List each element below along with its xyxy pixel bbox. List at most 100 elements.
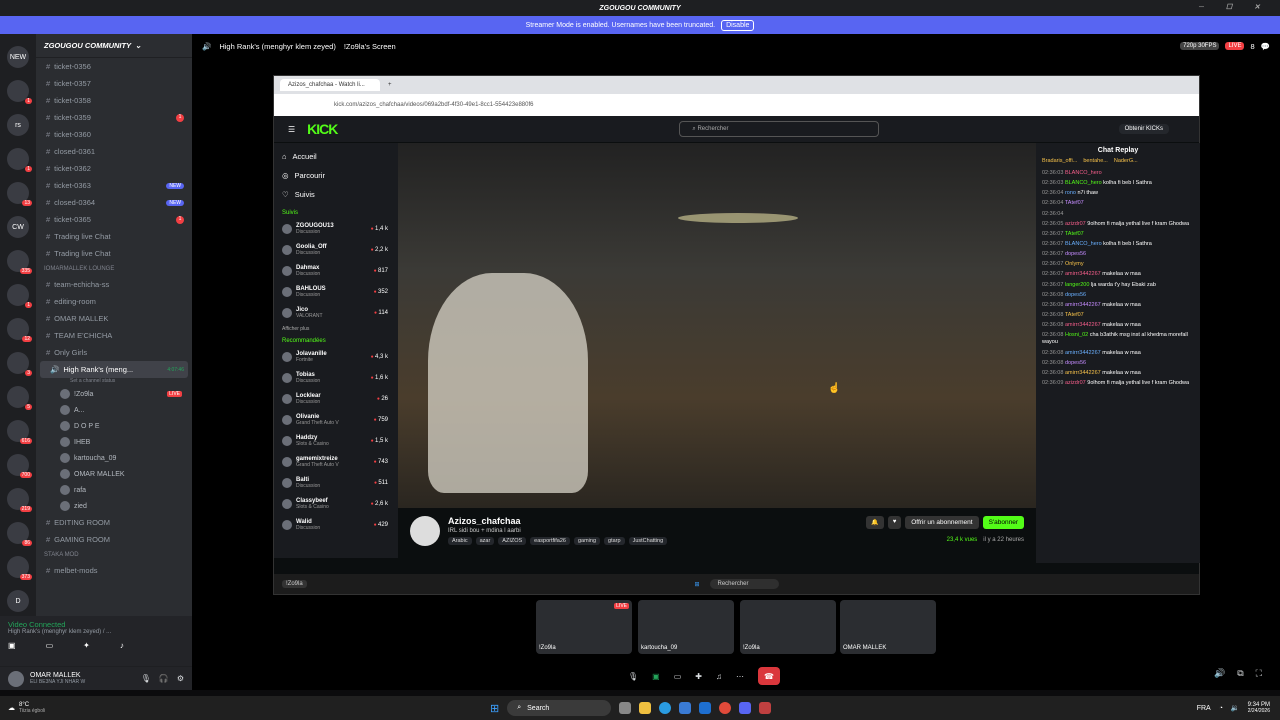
server-icon[interactable]: CW xyxy=(7,216,29,238)
bell-icon[interactable]: 🔔 xyxy=(866,516,884,529)
kick-channel[interactable]: ZGOUGOU13Discussion 1,4 k xyxy=(282,218,390,239)
server-icon[interactable]: 12 xyxy=(7,318,32,342)
channel-item[interactable]: # closed-0364 NEW xyxy=(36,194,192,211)
top-gifter[interactable]: Bradaris_offi... xyxy=(1042,158,1077,164)
channel-item[interactable]: # ticket-0356 xyxy=(36,58,192,75)
channel-item[interactable]: # ticket-0360 xyxy=(36,126,192,143)
kick-logo[interactable]: KICK xyxy=(307,121,338,137)
file-explorer-icon[interactable] xyxy=(639,702,652,714)
channel-status[interactable]: Set a channel status xyxy=(36,378,192,386)
kick-channel[interactable]: LocklearDiscussion 26 xyxy=(282,388,390,409)
kick-channel[interactable]: BAHLOUSDiscussion 352 xyxy=(282,281,390,302)
message-user[interactable]: dopes56 xyxy=(1065,360,1086,366)
server-icon[interactable]: 5 xyxy=(7,386,32,410)
subscribe-button[interactable]: S'abonner xyxy=(982,516,1024,529)
discord-icon[interactable] xyxy=(739,702,752,714)
wifi-icon[interactable]: ◔ xyxy=(1219,705,1223,712)
mic-icon[interactable]: 🎙 xyxy=(628,672,638,681)
stream-tag[interactable]: JustChatting xyxy=(628,537,668,545)
address-bar[interactable]: kick.com/azizos_chafchaa/videos/069a2bdf… xyxy=(274,94,1199,116)
channel-item[interactable]: # GAMING ROOM xyxy=(36,531,192,548)
server-icon[interactable]: 1 xyxy=(7,80,32,104)
mail-icon[interactable] xyxy=(699,702,712,714)
participant-tile[interactable]: OMAR MALLEK xyxy=(840,600,936,654)
kick-channel[interactable]: gamemixtreizeGrand Theft Auto V 743 xyxy=(282,451,390,472)
app-icon[interactable] xyxy=(759,702,772,714)
browser-tab[interactable]: Azizos_chafchaa - Watch li... xyxy=(280,79,380,91)
category-header[interactable]: Staka Mod xyxy=(36,548,192,562)
message-user[interactable]: amirrr3442267 xyxy=(1065,271,1101,277)
server-icon[interactable]: 616 xyxy=(7,420,32,444)
participant-tile[interactable]: !Zo9la xyxy=(740,600,836,654)
channel-item[interactable]: # closed-0361 xyxy=(36,143,192,160)
stream-tag[interactable]: AZIZOS xyxy=(498,537,527,545)
get-kicks-button[interactable]: Obtenir KICKs xyxy=(1118,124,1169,134)
kick-channel[interactable]: OlivanieGrand Theft Auto V759 xyxy=(282,409,390,430)
message-user[interactable]: dopes56 xyxy=(1065,251,1086,257)
voice-user[interactable]: !Zo9la LIVE xyxy=(36,386,192,402)
top-gifter[interactable]: NaderG... xyxy=(1114,158,1138,164)
start-button[interactable]: ⊞ xyxy=(490,702,499,715)
voice-user[interactable]: IHEB xyxy=(36,434,192,450)
server-icon[interactable]: 219 xyxy=(7,488,32,512)
edge-icon[interactable] xyxy=(659,702,672,714)
channel-item[interactable]: # ticket-0358 xyxy=(36,92,192,109)
message-user[interactable]: amirrr3442267 xyxy=(1065,350,1101,356)
channel-item[interactable]: # melbet-mods xyxy=(36,562,192,579)
stream-tag[interactable]: gtarp xyxy=(604,537,625,545)
store-icon[interactable] xyxy=(679,702,692,714)
guild-header[interactable]: ZGOUGOU COMMUNITY ⌄ xyxy=(36,34,192,58)
camera-button[interactable]: ▣ xyxy=(8,641,16,650)
streamer-name[interactable]: Azizos_chafchaa xyxy=(448,516,858,526)
more-icon[interactable]: ⋯ xyxy=(736,672,744,681)
message-user[interactable]: amirrr3442267 xyxy=(1065,302,1101,308)
channel-item[interactable]: # Only Girls xyxy=(36,344,192,361)
taskbar-search[interactable]: ⌕ Search xyxy=(507,700,612,716)
video-player[interactable]: ☝ xyxy=(398,143,1036,508)
clock-date[interactable]: 2/24/2026 xyxy=(1248,708,1270,714)
server-icon[interactable]: NEW xyxy=(7,46,29,68)
soundboard-icon[interactable]: ♫ xyxy=(716,672,722,681)
kick-nav-item[interactable]: ♡ Suivis xyxy=(282,185,390,204)
stream-tag[interactable]: Arabic xyxy=(448,537,472,545)
server-icon[interactable]: 700 xyxy=(7,454,32,478)
voice-user[interactable]: rafa xyxy=(36,482,192,498)
fullscreen-icon[interactable]: ⛶ xyxy=(1256,668,1262,679)
message-user[interactable]: TAtef07 xyxy=(1065,231,1084,237)
message-user[interactable]: amirrr3442267 xyxy=(1065,370,1101,376)
message-user[interactable]: BLANCO_hero xyxy=(1065,241,1102,247)
kick-channel[interactable]: DahmaxDiscussion 817 xyxy=(282,260,390,281)
menu-icon[interactable]: ☰ xyxy=(288,125,295,134)
kick-channel[interactable]: TobiasDiscussion1,6 k xyxy=(282,367,390,388)
channel-item[interactable]: # ticket-0362 xyxy=(36,160,192,177)
kick-channel[interactable]: JolavanilleFortnite 4,3 k xyxy=(282,346,390,367)
screen-share-button[interactable]: ▭ xyxy=(46,641,54,650)
mic-icon[interactable]: 🎙 xyxy=(141,674,151,683)
message-user[interactable]: azizdr07 xyxy=(1065,221,1086,227)
server-icon[interactable]: 335 xyxy=(7,250,32,274)
streamer-avatar[interactable] xyxy=(410,516,440,546)
voice-user[interactable]: OMAR MALLEK xyxy=(36,466,192,482)
stream-tag[interactable]: azar xyxy=(475,537,495,545)
server-icon[interactable]: D xyxy=(7,590,29,612)
channel-item[interactable]: # ticket-0359 1 xyxy=(36,109,192,126)
task-view-icon[interactable] xyxy=(619,702,632,714)
lang-indicator[interactable]: FRA xyxy=(1197,705,1211,712)
voice-user[interactable]: A... xyxy=(36,402,192,418)
end-call-button[interactable]: ☎ xyxy=(757,667,780,685)
server-icon[interactable]: 1 xyxy=(7,284,32,308)
channel-item[interactable]: # ticket-0357 xyxy=(36,75,192,92)
voice-user[interactable]: zied xyxy=(36,498,192,514)
kick-channel[interactable]: Goolia_OffDiscussion 2,2 k xyxy=(282,239,390,260)
message-user[interactable]: TAtef07 xyxy=(1065,200,1084,206)
kick-channel[interactable]: HaddzySlots & Casino1,5 k xyxy=(282,430,390,451)
message-user[interactable]: TAtef07 xyxy=(1065,312,1084,318)
chat-icon[interactable]: 💬 xyxy=(1261,42,1270,51)
voice-user[interactable]: D O P E xyxy=(36,418,192,434)
message-user[interactable]: BLANCO_hero xyxy=(1065,180,1102,186)
chrome-icon[interactable] xyxy=(719,702,732,714)
heart-icon[interactable]: ♥ xyxy=(887,516,902,529)
server-icon[interactable]: 373 xyxy=(7,556,32,580)
channel-item[interactable]: # Trading live Chat xyxy=(36,245,192,262)
kick-nav-item[interactable]: ◎ Parcourir xyxy=(282,166,390,185)
